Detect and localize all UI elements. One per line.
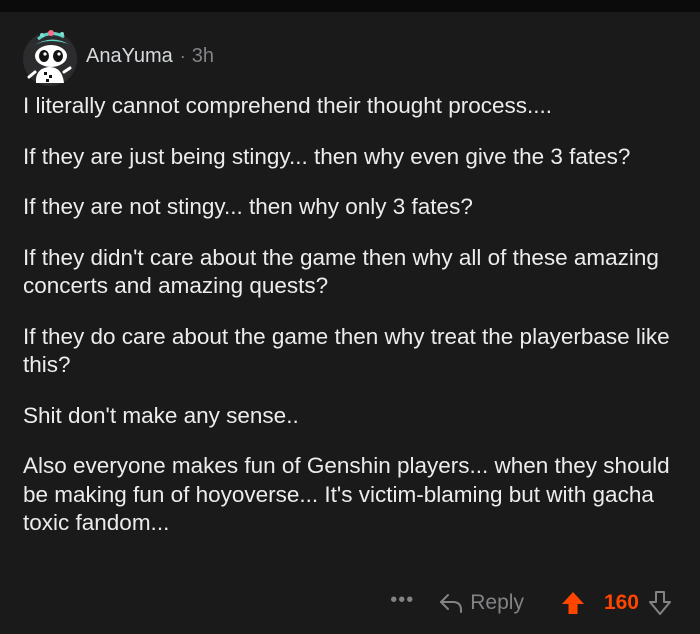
meta-separator: · bbox=[179, 45, 186, 66]
top-strip bbox=[0, 0, 700, 12]
username[interactable]: AnaYuma bbox=[86, 45, 173, 68]
comment-meta: AnaYuma · 3h bbox=[86, 45, 214, 68]
comment-paragraph: If they didn't care about the game then … bbox=[23, 244, 659, 299]
avatar-icon bbox=[23, 30, 77, 86]
comment-paragraph: If they do care about the game then why … bbox=[23, 323, 670, 378]
avatar[interactable] bbox=[18, 25, 80, 87]
comment-paragraph: If they are not stingy... then why only … bbox=[23, 194, 473, 219]
comment-paragraph: Also everyone makes fun of Genshin playe… bbox=[23, 453, 670, 535]
comment-paragraph: Shit don't make any sense.. bbox=[23, 402, 299, 428]
comment-paragraph: I literally cannot comprehend their thou… bbox=[23, 93, 553, 118]
more-options-button[interactable]: ••• bbox=[390, 589, 414, 612]
upvote-arrow-icon[interactable] bbox=[560, 590, 586, 616]
comment-paragraph: If they are just being stingy... then wh… bbox=[23, 143, 631, 169]
vote-score: 160 bbox=[603, 591, 639, 614]
comment-actions: ••• Reply 160 bbox=[390, 588, 672, 618]
comment: AnaYuma · 3h I literally cannot comprehe… bbox=[0, 12, 700, 634]
reply-arrow-icon bbox=[440, 594, 463, 613]
reply-button[interactable]: Reply bbox=[438, 591, 524, 615]
vote-controls: 160 bbox=[560, 590, 672, 616]
comment-body: I literally cannot comprehend their thou… bbox=[23, 92, 673, 560]
downvote-arrow-icon[interactable] bbox=[648, 590, 672, 616]
timestamp: 3h bbox=[191, 44, 214, 67]
reply-label: Reply bbox=[470, 591, 524, 614]
comment-header: AnaYuma · 3h bbox=[18, 26, 214, 86]
